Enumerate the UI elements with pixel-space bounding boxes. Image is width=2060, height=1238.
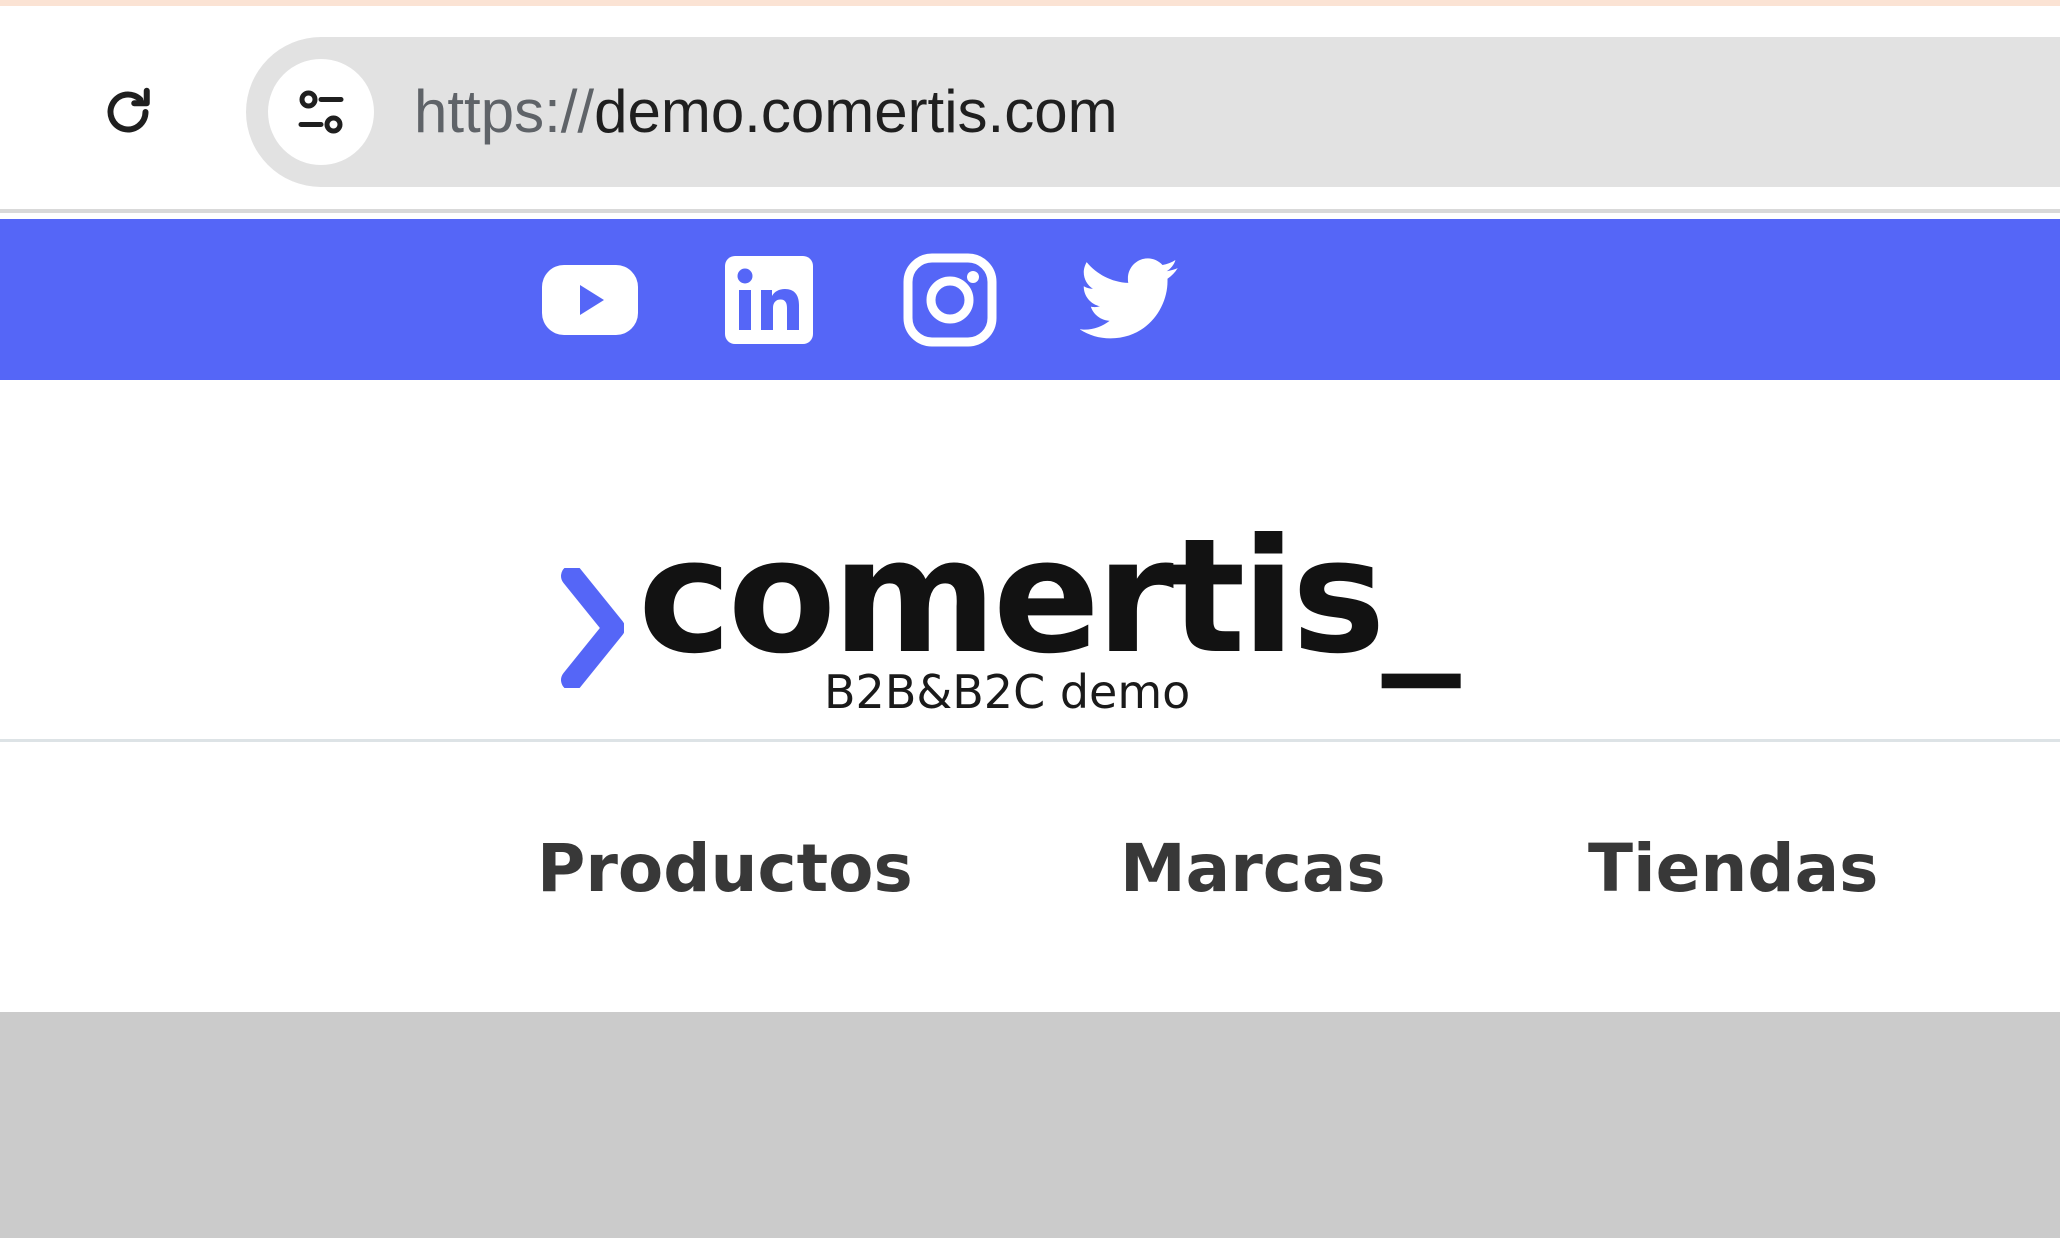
site-logo[interactable]: comertis_ B2B&B2C demo	[550, 458, 1461, 715]
main-nav: Productos Marcas Tiendas	[0, 742, 2060, 1012]
url-host: demo.comertis.com	[594, 78, 1118, 145]
twitter-icon	[1080, 258, 1179, 339]
reload-button[interactable]	[84, 68, 172, 156]
logo-wordmark: comertis_	[638, 505, 1461, 689]
instagram-icon	[903, 253, 997, 347]
linkedin-icon	[725, 256, 813, 344]
url-scheme: https://	[414, 78, 595, 145]
site-info-button[interactable]	[268, 59, 374, 165]
tune-icon	[298, 90, 344, 134]
address-bar[interactable]: https://demo.comertis.com	[246, 37, 2060, 187]
content-area	[0, 1012, 2060, 1238]
twitter-link[interactable]	[1080, 252, 1180, 348]
browser-toolbar: https://demo.comertis.com	[0, 6, 2060, 213]
linkedin-link[interactable]	[724, 252, 814, 348]
nav-item-productos[interactable]: Productos	[537, 836, 913, 902]
logo-tagline: B2B&B2C demo	[824, 665, 1191, 719]
youtube-icon	[542, 265, 638, 335]
chevron-right-icon	[561, 568, 624, 688]
nav-item-marcas[interactable]: Marcas	[1120, 836, 1386, 902]
page: https://demo.comertis.com comertis_ B2B&…	[0, 0, 2060, 1238]
site-header: comertis_ B2B&B2C demo	[0, 380, 2060, 742]
url-text[interactable]: https://demo.comertis.com	[414, 37, 1118, 187]
youtube-link[interactable]	[540, 252, 640, 348]
nav-item-tiendas[interactable]: Tiendas	[1588, 836, 1878, 902]
reload-icon	[107, 87, 150, 133]
social-bar	[0, 219, 2060, 380]
instagram-link[interactable]	[902, 252, 998, 348]
